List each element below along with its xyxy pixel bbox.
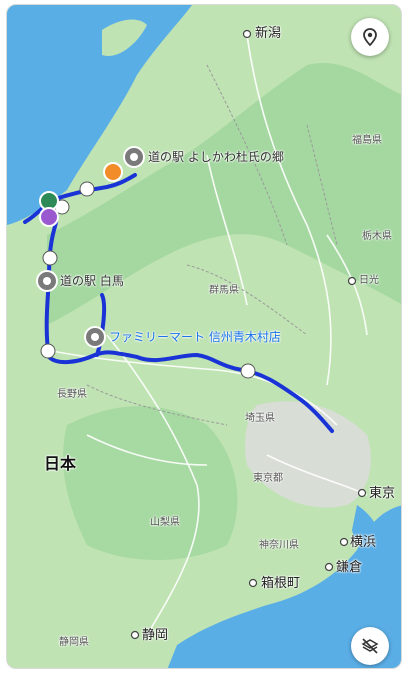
label-tokyo-pref: 東京都 — [253, 473, 283, 484]
label-nagano: 長野県 — [57, 389, 87, 400]
label-japan: 日本 — [44, 454, 77, 473]
label-shizuoka: 静岡 — [142, 628, 169, 643]
poi-label-michinoeki-hakuba[interactable]: 道の駅 白馬 — [60, 274, 124, 288]
label-niigata: 新潟 — [255, 26, 282, 41]
label-fukushima: 福島県 — [352, 135, 382, 146]
label-shizuoka-pref: 静岡県 — [59, 637, 89, 648]
label-yamanashi: 山梨県 — [150, 517, 180, 528]
label-hakone: 箱根町 — [261, 576, 301, 591]
layers-off-icon — [361, 638, 379, 654]
label-kanagawa: 神奈川県 — [259, 540, 299, 551]
label-saitama: 埼玉県 — [245, 413, 275, 424]
poi-label-michinoeki-yoshikawa[interactable]: 道の駅 よしかわ杜氏の郷 — [148, 150, 284, 164]
map-frame[interactable]: 新潟 福島県 栃木県 日光 群馬県 長野県 埼玉県 東京都 東京 山梨県 神奈川… — [6, 4, 402, 669]
layers-toggle-button[interactable] — [351, 627, 389, 665]
label-kamakura: 鎌倉 — [336, 560, 363, 575]
mountain-area-south — [63, 406, 238, 560]
location-button[interactable] — [351, 18, 389, 56]
label-gunma: 群馬県 — [209, 285, 239, 296]
label-yokohama: 横浜 — [350, 535, 377, 550]
label-tokyo: 東京 — [369, 486, 396, 501]
label-nikko: 日光 — [359, 275, 379, 286]
label-tochigi: 栃木県 — [362, 231, 392, 242]
poi-label-familymart[interactable]: ファミリーマート 信州青木村店 — [109, 330, 281, 344]
location-pin-icon — [363, 28, 377, 46]
